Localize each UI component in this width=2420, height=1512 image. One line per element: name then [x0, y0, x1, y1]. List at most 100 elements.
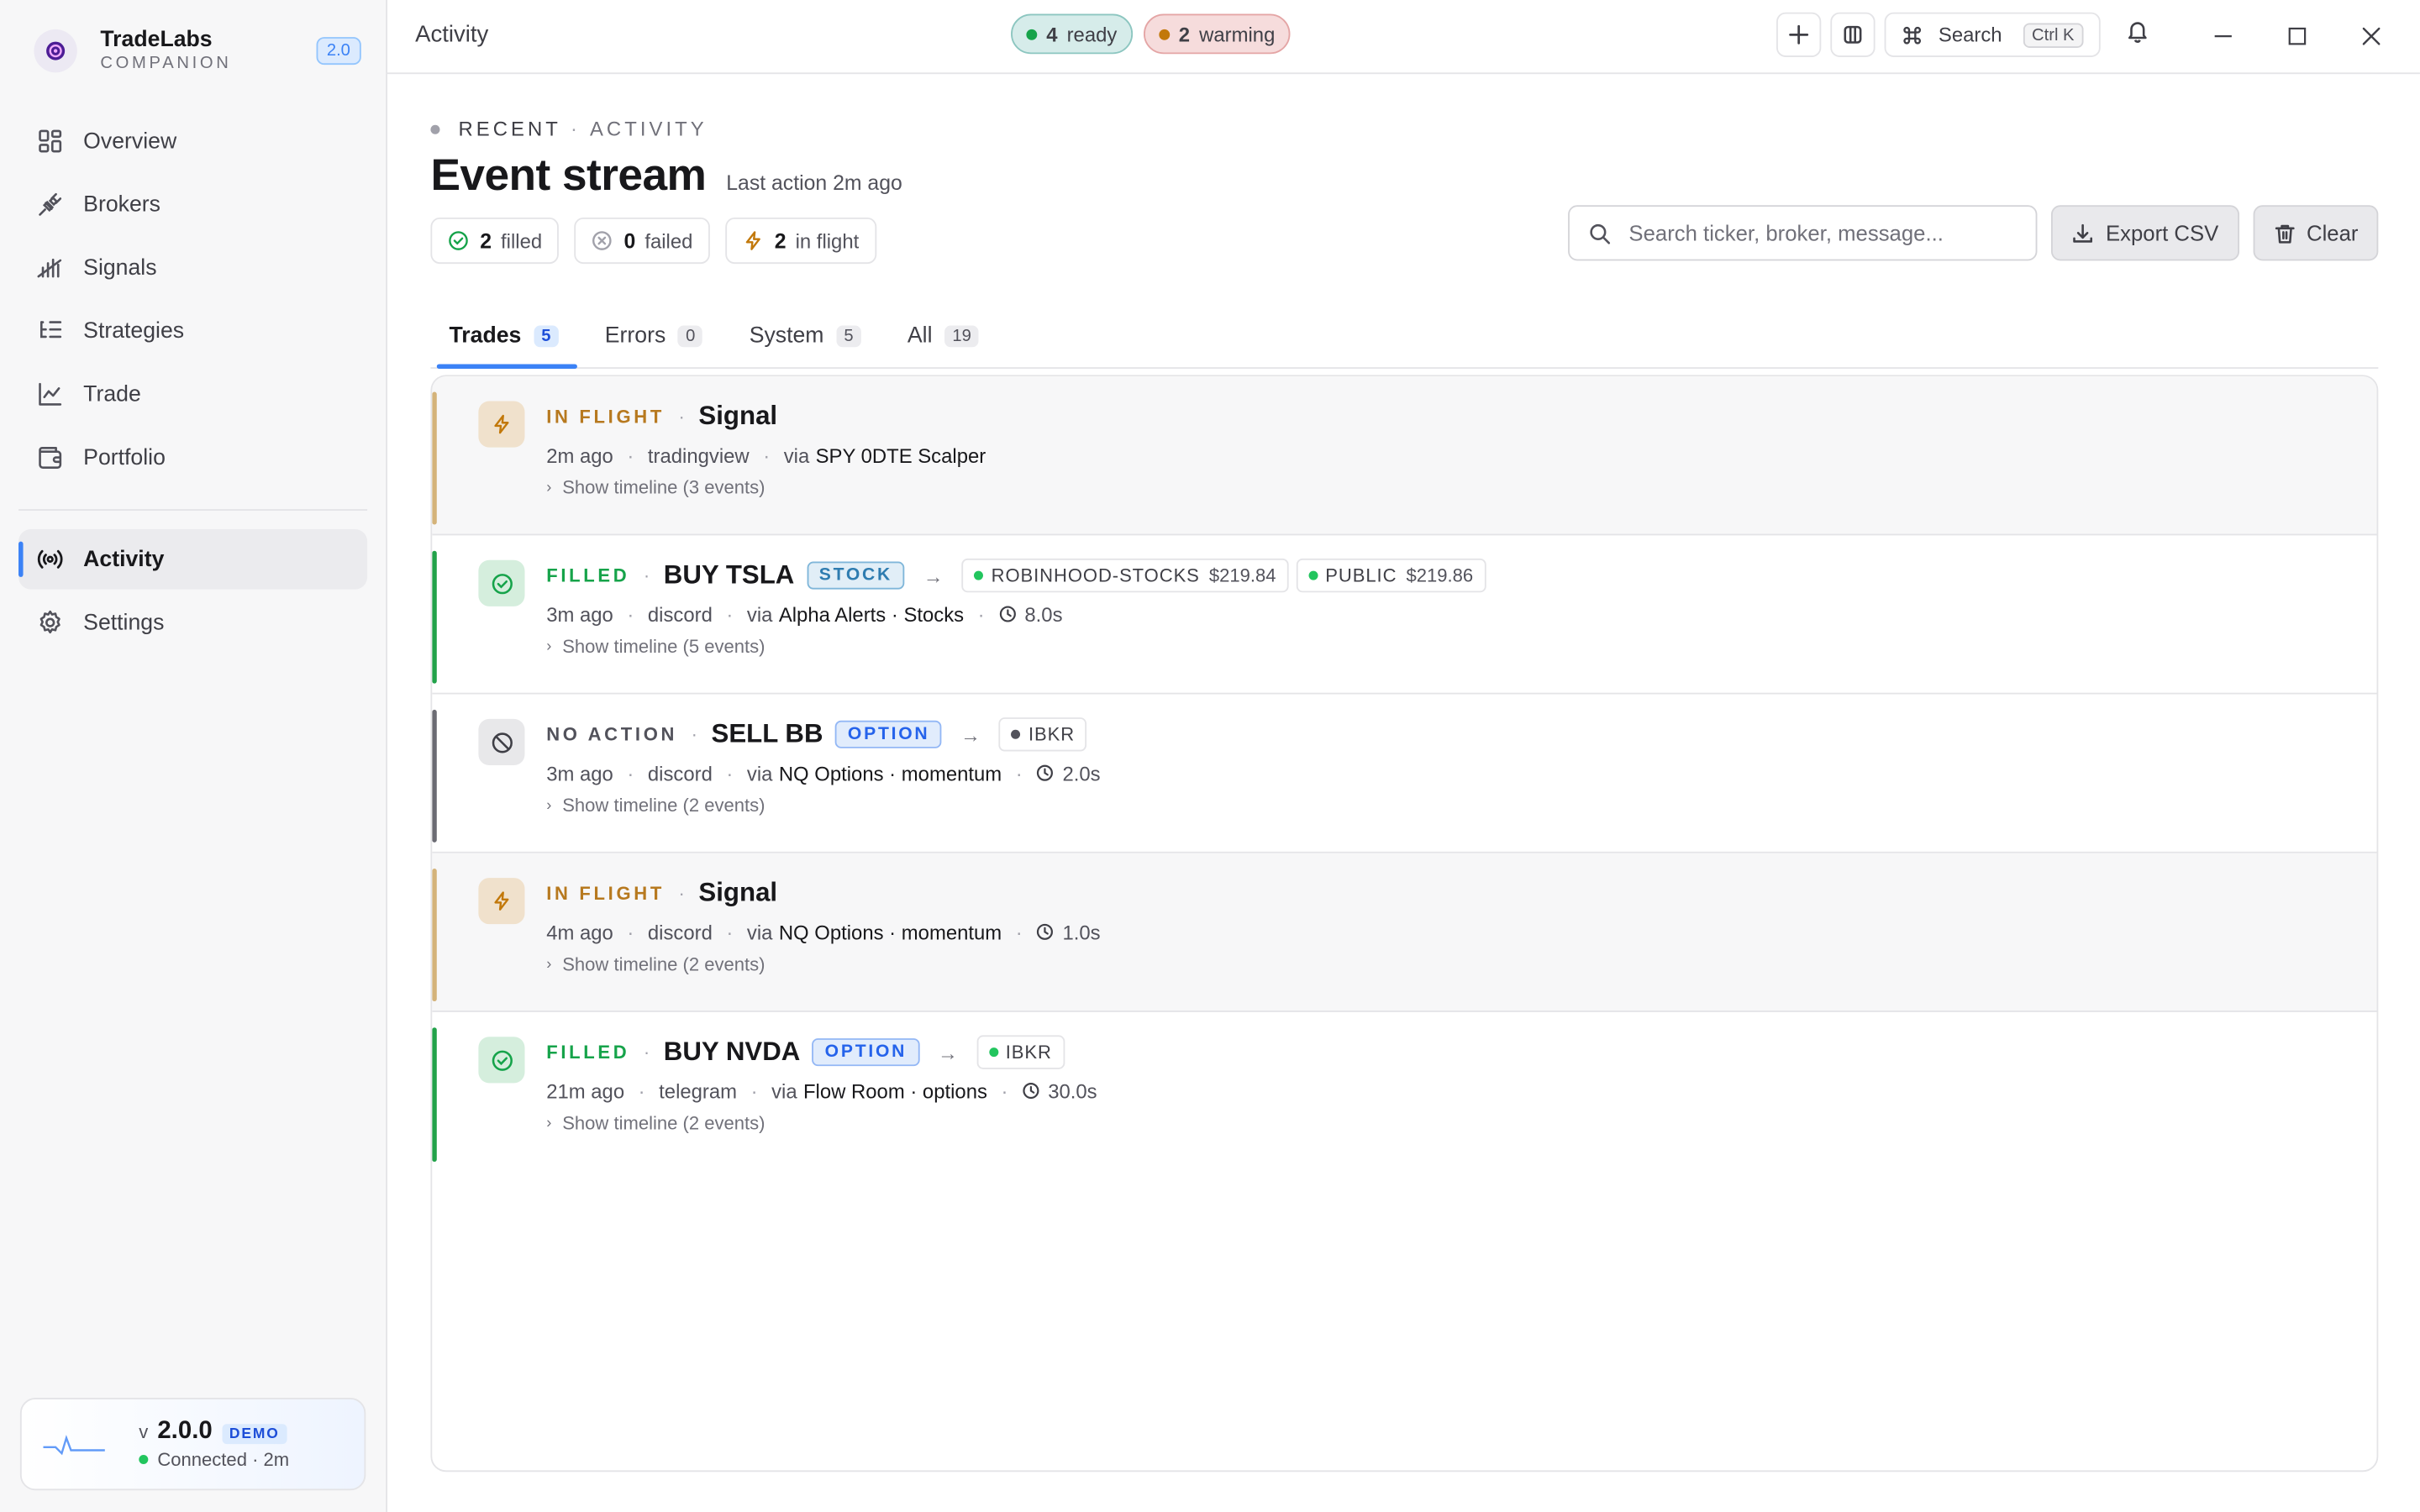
show-timeline-toggle[interactable]: › Show timeline (3 events) — [546, 477, 2346, 499]
show-timeline-toggle[interactable]: › Show timeline (5 events) — [546, 636, 2346, 658]
event-via-name: NQ Options · momentum — [778, 920, 1002, 944]
event-status: NO ACTION — [546, 723, 678, 746]
event-title: BUY TSLA — [663, 559, 795, 590]
asset-type-badge: OPTION — [812, 1038, 919, 1067]
timeline-label: Show timeline (3 events) — [562, 476, 765, 499]
line-chart-icon — [39, 382, 62, 406]
sidebar-item-portfolio[interactable]: Portfolio — [18, 428, 367, 488]
sidebar-item-settings[interactable]: Settings — [18, 592, 367, 653]
tab-all[interactable]: All 19 — [889, 304, 997, 367]
event-status: IN FLIGHT — [546, 406, 666, 428]
toolbar: Export CSV Clear — [1568, 205, 2379, 261]
ban-icon — [491, 732, 513, 753]
event-row[interactable]: IN FLIGHT · Signal 4m ago · discord · vi… — [432, 853, 2377, 1012]
show-timeline-toggle[interactable]: › Show timeline (2 events) — [546, 1112, 2346, 1134]
window-title: Activity — [415, 21, 489, 48]
broker-chip[interactable]: ROBINHOOD-STOCKS $219.84 — [961, 558, 1289, 593]
clear-label: Clear — [2307, 220, 2359, 246]
clear-button[interactable]: Clear — [2252, 205, 2379, 261]
event-row[interactable]: NO ACTION · SELL BB OPTION → IBKR 3m ago — [432, 695, 2377, 853]
show-timeline-toggle[interactable]: › Show timeline (2 events) — [546, 795, 2346, 816]
sidebar-item-trade[interactable]: Trade — [18, 364, 367, 424]
eyebrow-primary: RECENT — [458, 117, 561, 141]
command-search-button[interactable]: Search Ctrl K — [1884, 12, 2101, 57]
event-via: via — [783, 444, 810, 467]
sidebar-item-brokers[interactable]: Brokers — [18, 175, 367, 235]
chevron-right-icon: › — [546, 955, 552, 974]
event-status-icon — [478, 878, 525, 925]
event-status-icon — [478, 718, 525, 766]
sidebar-item-strategies[interactable]: Strategies — [18, 301, 367, 361]
search-icon — [1591, 223, 1611, 244]
broker-status-dot-icon — [1011, 729, 1021, 739]
sidebar-item-activity[interactable]: Activity — [18, 528, 368, 590]
brand: TradeLabs COMPANION 2.0 — [34, 28, 361, 74]
event-via: via — [746, 920, 773, 944]
broker-chip[interactable]: IBKR — [999, 717, 1087, 752]
ready-dot-icon — [1026, 28, 1038, 39]
tab-errors[interactable]: Errors 0 — [587, 304, 722, 367]
failed-count-chip[interactable]: 0 failed — [574, 217, 710, 265]
sidebar-item-signals[interactable]: Signals — [18, 238, 367, 298]
warming-dot-icon — [1158, 28, 1170, 39]
clock-icon — [1023, 1082, 1039, 1100]
page-title: Event stream — [430, 150, 707, 201]
event-status-icon — [478, 559, 525, 606]
event-time: 3m ago — [546, 761, 613, 785]
warming-pill[interactable]: 2 warming — [1143, 13, 1291, 55]
export-csv-button[interactable]: Export CSV — [2051, 205, 2239, 261]
bolt-icon — [745, 231, 760, 250]
check-circle-icon — [449, 231, 468, 250]
event-row[interactable]: IN FLIGHT · Signal 2m ago · tradingview … — [432, 376, 2377, 536]
inflight-label: in flight — [795, 228, 860, 253]
event-status: FILLED — [546, 564, 630, 586]
arrow-right-icon: → — [923, 564, 944, 587]
x-circle-icon — [592, 231, 613, 250]
status-bar — [432, 550, 437, 684]
filled-count-chip[interactable]: 2 filled — [430, 217, 560, 265]
event-time: 21m ago — [546, 1079, 625, 1103]
tab-system[interactable]: System 5 — [731, 304, 880, 367]
search-box — [1568, 205, 2039, 261]
sidebar-item-label: Signals — [83, 255, 157, 281]
event-row[interactable]: FILLED · BUY TSLA STOCK → ROBINHOOD-STOC… — [432, 535, 2377, 695]
tab-label: System — [749, 323, 824, 349]
status-pills: 4 ready 2 warming — [1011, 13, 1291, 55]
tab-count: 19 — [944, 324, 980, 347]
inflight-count: 2 — [774, 228, 786, 253]
trash-icon — [2274, 223, 2294, 243]
broker-chip[interactable]: PUBLIC $219.86 — [1296, 558, 1486, 593]
broker-chip[interactable]: IBKR — [976, 1035, 1065, 1069]
notifications-button[interactable] — [2125, 18, 2149, 51]
add-button[interactable] — [1776, 12, 1822, 57]
timeline-label: Show timeline (2 events) — [562, 1112, 765, 1134]
ready-pill[interactable]: 4 ready — [1011, 13, 1133, 55]
maximize-icon[interactable] — [2282, 22, 2312, 51]
tab-trades[interactable]: Trades 5 — [430, 304, 577, 369]
event-source: discord — [647, 920, 713, 944]
content: RECENT · ACTIVITY Event stream Last acti… — [430, 74, 2379, 1473]
failed-count: 0 — [623, 228, 636, 253]
close-icon[interactable] — [2357, 22, 2386, 51]
show-timeline-toggle[interactable]: › Show timeline (2 events) — [546, 953, 2346, 975]
sidebar-divider — [18, 509, 368, 511]
connected-dot-icon — [139, 1455, 149, 1465]
event-list: IN FLIGHT · Signal 2m ago · tradingview … — [430, 375, 2379, 1473]
signal-bars-icon — [37, 258, 62, 278]
minimize-icon[interactable] — [2208, 22, 2238, 51]
search-input[interactable] — [1625, 218, 2002, 247]
download-icon — [2073, 223, 2093, 242]
wallet-icon — [39, 447, 62, 470]
event-via-name: Alpha Alerts · Stocks — [778, 602, 965, 626]
event-via: via — [771, 1079, 797, 1103]
inflight-count-chip[interactable]: 2 in flight — [724, 217, 876, 265]
ready-label: ready — [1066, 22, 1118, 46]
sidebar-item-overview[interactable]: Overview — [18, 111, 367, 171]
columns-button[interactable] — [1830, 12, 1876, 57]
event-via-name: NQ Options · momentum — [778, 761, 1002, 785]
event-row[interactable]: FILLED · BUY NVDA OPTION → IBKR 21m ago — [432, 1012, 2376, 1171]
event-source: tradingview — [647, 444, 750, 467]
event-duration: 8.0s — [1024, 602, 1063, 626]
broker-price: $219.84 — [1208, 564, 1276, 586]
broker-status-dot-icon — [988, 1047, 998, 1058]
